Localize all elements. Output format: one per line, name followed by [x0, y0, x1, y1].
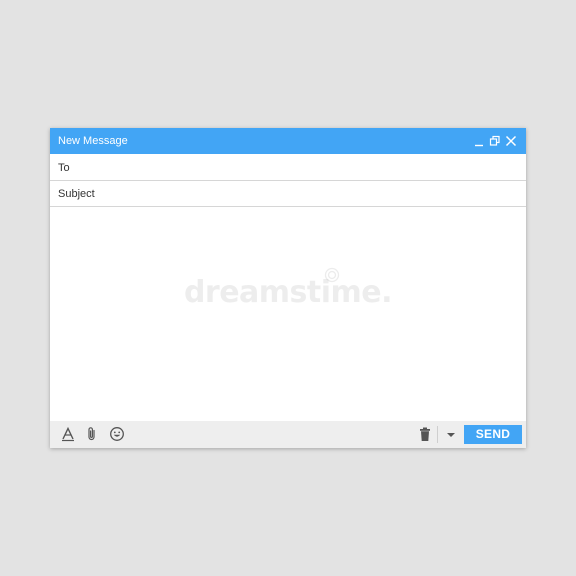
- subject-label: Subject: [58, 188, 95, 200]
- trash-icon[interactable]: [417, 426, 433, 442]
- restore-icon[interactable]: [488, 133, 502, 149]
- title-bar: New Message: [50, 128, 526, 154]
- subject-input[interactable]: [108, 185, 516, 202]
- to-input[interactable]: [108, 159, 516, 176]
- compose-toolbar: SEND: [50, 421, 526, 448]
- to-field[interactable]: To: [50, 155, 526, 181]
- emoji-icon[interactable]: [109, 426, 125, 442]
- text-format-icon[interactable]: [60, 426, 76, 442]
- send-button[interactable]: SEND: [464, 425, 522, 444]
- message-body[interactable]: dreamstime.: [50, 207, 526, 421]
- to-label: To: [58, 162, 70, 174]
- dropdown-arrow-icon[interactable]: [443, 426, 459, 442]
- compose-window: New Message To Subject dreamstime. SEND: [50, 128, 526, 448]
- watermark-text: dreamstime.: [183, 275, 393, 310]
- close-icon[interactable]: [504, 133, 518, 149]
- attachment-icon[interactable]: [84, 426, 100, 442]
- minimize-icon[interactable]: [472, 133, 486, 149]
- subject-field[interactable]: Subject: [50, 181, 526, 207]
- window-title: New Message: [58, 135, 128, 147]
- toolbar-divider: [437, 426, 438, 443]
